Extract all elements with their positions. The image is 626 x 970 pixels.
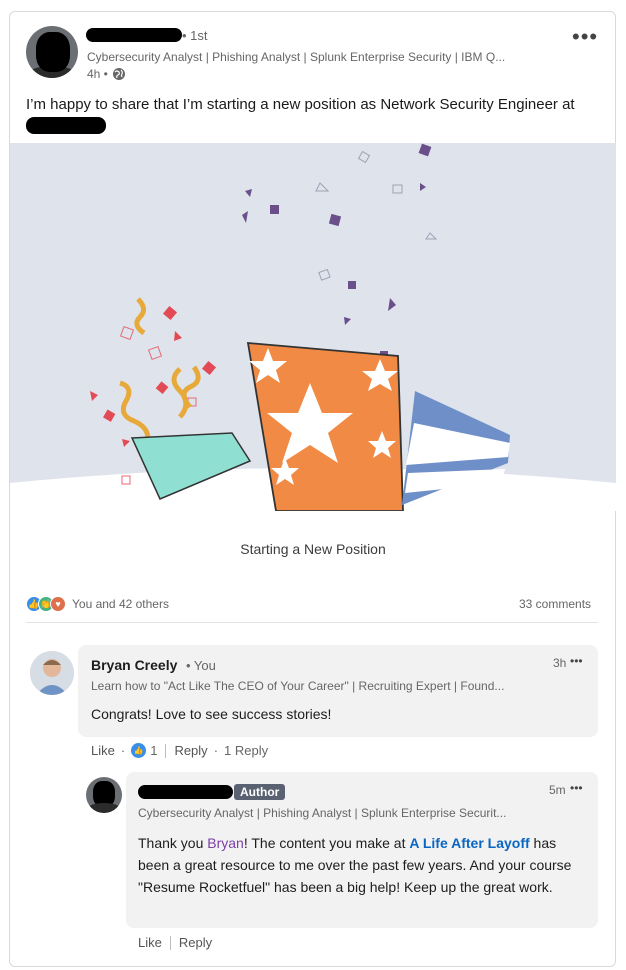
reply-like-button[interactable]: Like <box>138 935 162 950</box>
reply-actions: Like Reply <box>138 935 212 950</box>
poster-avatar[interactable] <box>26 26 78 78</box>
reply-name-redacted[interactable] <box>138 785 233 799</box>
reactions-summary[interactable]: 👍 👏 ♥ You and 42 others <box>26 596 169 612</box>
more-horizontal-icon[interactable]: ••• <box>572 26 598 48</box>
commenter-name[interactable]: Bryan Creely <box>91 657 177 673</box>
reactions-text: You and 42 others <box>72 597 169 611</box>
post-time-text: 4h • <box>87 67 108 81</box>
like-count-icon: 👍 <box>131 743 147 758</box>
reply-text-part1: Thank you <box>138 835 208 851</box>
comment-more-icon[interactable]: ••• <box>570 654 583 668</box>
author-badge-label: Author <box>234 784 286 800</box>
company-link[interactable]: A Life After Layoff <box>409 835 529 851</box>
section-divider <box>26 622 598 623</box>
like-count[interactable]: 1 <box>150 743 157 758</box>
action-dot: · <box>120 743 126 758</box>
reply-text-part2: ! The content you make at <box>243 835 410 851</box>
reply-button[interactable]: Reply <box>174 743 207 758</box>
commenter-avatar[interactable] <box>30 651 74 695</box>
poster-name-redacted[interactable] <box>86 28 182 42</box>
card-title[interactable]: Starting a New Position <box>0 541 626 557</box>
reply-reply-button[interactable]: Reply <box>179 935 212 950</box>
post-text: I’m happy to share that I’m starting a n… <box>26 94 606 116</box>
celebration-banner <box>10 143 616 511</box>
mention-link[interactable]: Bryan <box>207 835 244 851</box>
reply-avatar[interactable] <box>86 777 122 813</box>
post-text-body: I’m happy to share that I’m starting a n… <box>26 96 575 113</box>
replies-link[interactable]: 1 Reply <box>224 743 268 758</box>
celebration-illustration <box>10 143 616 511</box>
comments-count[interactable]: 33 comments <box>519 597 591 611</box>
action-separator <box>165 743 167 758</box>
comment-time: 3h <box>553 656 567 670</box>
post-time: 4h • <box>87 67 126 81</box>
author-badge: Author <box>234 783 286 801</box>
love-reaction-icon: ♥ <box>50 596 66 612</box>
reply-time: 5m <box>549 783 566 797</box>
comment-text: Congrats! Love to see success stories! <box>91 706 332 722</box>
reply-headline: Cybersecurity Analyst | Phishing Analyst… <box>138 806 507 820</box>
action-dot: · <box>213 743 219 758</box>
reply-more-icon[interactable]: ••• <box>570 781 583 795</box>
connection-degree: • 1st <box>182 28 208 43</box>
commenter-headline: Learn how to "Act Like The CEO of Your C… <box>91 679 505 693</box>
globe-icon <box>112 67 126 81</box>
reply-text: Thank you Bryan! The content you make at… <box>138 832 578 898</box>
avatar-redaction <box>36 32 70 72</box>
comment-actions: Like · 👍 1 Reply · 1 Reply <box>91 743 268 758</box>
poster-headline: Cybersecurity Analyst | Phishing Analyst… <box>87 50 506 64</box>
action-separator <box>169 935 171 950</box>
company-name-redacted[interactable] <box>26 117 106 134</box>
commenter-tag: • You <box>186 658 216 673</box>
like-button[interactable]: Like <box>91 743 115 758</box>
